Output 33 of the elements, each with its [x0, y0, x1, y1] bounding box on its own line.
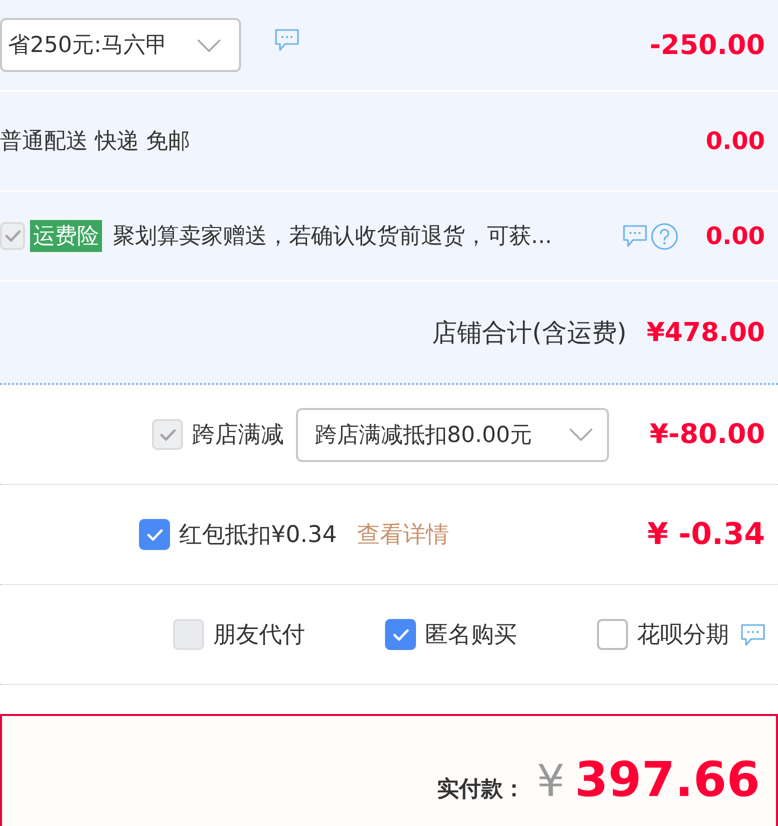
amount-text: -250.00 — [650, 30, 765, 60]
insurance-text: 聚划算卖家赠送，若确认收货前退货，可获... — [113, 223, 552, 251]
currency-symbol: ¥ — [536, 756, 565, 807]
discount-label: 跨店满减 — [192, 421, 284, 450]
checkmark-icon — [4, 230, 20, 242]
checkmark-icon — [392, 628, 408, 640]
option-label: 花呗分期 — [637, 621, 729, 650]
message-icon[interactable] — [275, 29, 299, 51]
checkbox[interactable] — [385, 619, 416, 650]
checkmark-icon — [160, 428, 176, 440]
chevron-icon — [197, 38, 221, 52]
dropdown-select[interactable]: 省250元:马六甲 — [0, 18, 241, 72]
help-icon[interactable] — [650, 222, 678, 250]
amount-text: ¥ -0.34 — [647, 517, 765, 552]
amount-text: 0.00 — [706, 127, 765, 155]
message-icon[interactable] — [741, 624, 765, 646]
coupon-deduction-label: 红包抵扣¥0.34 — [179, 521, 337, 550]
subtotal-label: 店铺合计(含运费) — [432, 317, 627, 349]
option-label: 朋友代付 — [213, 621, 305, 650]
insurance-tag: 运费险 — [30, 220, 102, 252]
checkbox[interactable] — [597, 619, 628, 650]
amount-text: ¥478.00 — [646, 318, 765, 348]
total-label: 实付款： — [436, 776, 525, 804]
amount-text: ¥-80.00 — [650, 419, 765, 450]
chevron-icon — [569, 428, 593, 441]
option-label: 匿名购买 — [425, 621, 517, 650]
total-amount: 397.66 — [574, 752, 760, 808]
delivery-text: 普通配送 快递 免邮 — [0, 128, 190, 156]
dropdown-select[interactable]: 跨店满减抵扣80.00元 — [296, 408, 609, 462]
message-icon[interactable] — [622, 225, 647, 247]
amount-text: 0.00 — [706, 222, 765, 250]
checkbox[interactable] — [139, 519, 170, 550]
checkmark-icon — [146, 528, 162, 540]
